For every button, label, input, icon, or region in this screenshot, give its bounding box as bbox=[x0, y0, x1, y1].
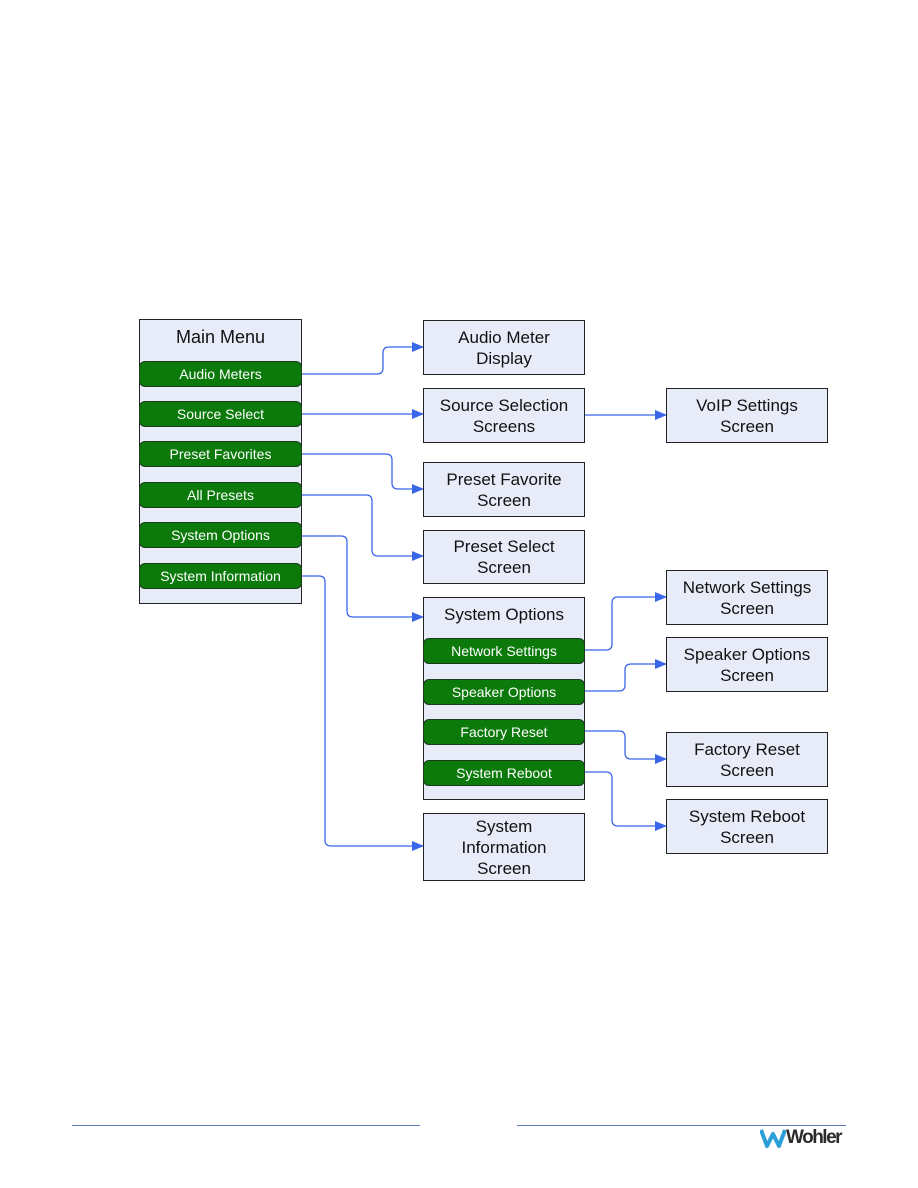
audio-meters-button[interactable]: Audio Meters bbox=[139, 361, 302, 387]
audio-meters-connector bbox=[301, 342, 424, 375]
network-settings-screen-box: Network Settings Screen bbox=[666, 570, 828, 625]
system-information-screen-box: System Information Screen bbox=[423, 813, 585, 881]
source-select-button[interactable]: Source Select bbox=[139, 401, 302, 427]
voip-settings-screen-box: VoIP Settings Screen bbox=[666, 388, 828, 443]
preset-favorite-screen-box: Preset Favorite Screen bbox=[423, 462, 585, 517]
system-information-button[interactable]: System Information bbox=[139, 563, 302, 589]
footer-rule-right bbox=[517, 1125, 846, 1126]
preset-favorites-connector bbox=[301, 453, 424, 494]
all-presets-connector bbox=[301, 494, 424, 561]
main-menu: Main Menu Audio Meters Source Select Pre… bbox=[139, 319, 302, 604]
source-selection-screens-box: Source Selection Screens bbox=[423, 388, 585, 443]
preset-favorites-button[interactable]: Preset Favorites bbox=[139, 441, 302, 467]
system-reboot-connector bbox=[584, 771, 667, 831]
wohler-w-icon bbox=[760, 1129, 786, 1148]
logo-text: Wohler bbox=[786, 1127, 843, 1148]
main-menu-title: Main Menu bbox=[175, 327, 266, 347]
factory-reset-connector bbox=[584, 730, 667, 764]
wohler-logo: Wohler bbox=[760, 1127, 843, 1149]
factory-reset-button[interactable]: Factory Reset bbox=[423, 719, 585, 745]
system-reboot-button[interactable]: System Reboot bbox=[423, 760, 585, 786]
all-presets-button[interactable]: All Presets bbox=[139, 482, 302, 508]
speaker-options-screen-box: Speaker Options Screen bbox=[666, 637, 828, 692]
network-settings-connector bbox=[584, 592, 667, 651]
factory-reset-screen-box: Factory Reset Screen bbox=[666, 732, 828, 787]
system-options-menu: System Options Network Settings Speaker … bbox=[423, 597, 585, 800]
network-settings-button[interactable]: Network Settings bbox=[423, 638, 585, 664]
audio-meter-display-box: Audio Meter Display bbox=[423, 320, 585, 375]
system-options-button[interactable]: System Options bbox=[139, 522, 302, 548]
speaker-options-button[interactable]: Speaker Options bbox=[423, 679, 585, 705]
footer-rule-left bbox=[72, 1125, 420, 1126]
system-options-title: System Options bbox=[444, 605, 564, 624]
preset-select-screen-box: Preset Select Screen bbox=[423, 530, 585, 584]
system-reboot-screen-box: System Reboot Screen bbox=[666, 799, 828, 854]
speaker-options-connector bbox=[584, 659, 667, 692]
